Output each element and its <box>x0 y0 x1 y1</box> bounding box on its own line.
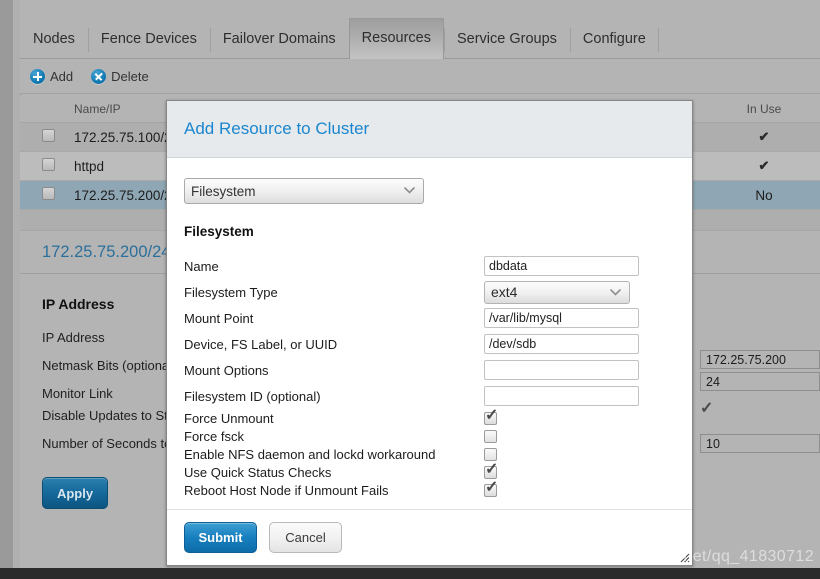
filesystem-type-select[interactable]: ext4 <box>484 280 630 304</box>
field-label-reboot-host-node: Reboot Host Node if Unmount Fails <box>184 482 389 498</box>
tab-service-groups-label: Service Groups <box>456 31 557 47</box>
left-rail <box>0 0 21 579</box>
apply-button[interactable]: Apply <box>42 477 108 509</box>
tab-resources[interactable]: Resources <box>348 18 444 59</box>
mount-options-input[interactable] <box>484 360 639 380</box>
tab-failover-domains[interactable]: Failover Domains <box>209 22 349 58</box>
field-label-device-fs-label-or-uuid: Device, FS Label, or UUID <box>184 336 338 352</box>
tab-nodes-label: Nodes <box>33 31 75 47</box>
detail-value-disable-updates-to-static[interactable] <box>700 414 820 429</box>
add-resource-dialog: Add Resource to Cluster Filesystem Files… <box>166 100 693 566</box>
main-tab-bar: Nodes Fence Devices Failover Domains Res… <box>20 0 820 59</box>
enable-nfs-workaround-checkbox[interactable] <box>484 447 497 461</box>
detail-value-netmask-bits[interactable]: 24 <box>700 372 820 391</box>
bottom-bar <box>0 568 820 579</box>
tab-nodes[interactable]: Nodes <box>20 22 88 58</box>
name-input[interactable] <box>484 256 639 276</box>
field-label-use-quick-status-checks: Use Quick Status Checks <box>184 464 332 480</box>
field-row-reboot-host-node: Reboot Host Node if Unmount Fails ✓ <box>184 479 692 499</box>
field-row-mount-options: Mount Options <box>184 357 692 383</box>
field-label-force-fsck: Force fsck <box>184 428 244 444</box>
dialog-body: Filesystem Filesystem Name Filesystem Ty… <box>167 158 692 565</box>
field-label-enable-nfs-workaround: Enable NFS daemon and lockd workaround <box>184 446 436 462</box>
field-row-force-unmount: Force Unmount ✓ <box>184 407 692 427</box>
tab-fence-devices[interactable]: Fence Devices <box>87 22 210 58</box>
resource-type-select-wrapper: Filesystem <box>184 178 424 204</box>
tab-configure-label: Configure <box>582 31 646 47</box>
tab-resources-label: Resources <box>361 30 431 46</box>
plus-circle-icon <box>30 68 45 84</box>
detail-value-number-of-seconds-to-sleep[interactable]: 10 <box>700 434 820 453</box>
row-in-use: No <box>755 187 773 203</box>
tab-configure[interactable]: Configure <box>569 22 659 58</box>
field-label-mount-options: Mount Options <box>184 362 269 378</box>
detail-value-ip-address[interactable]: 172.25.75.200 <box>700 350 820 369</box>
dialog-section-title: Filesystem <box>184 224 254 239</box>
delete-button-label: Delete <box>111 68 149 84</box>
mount-point-input[interactable] <box>484 308 639 328</box>
field-row-filesystem-type: Filesystem Type ext4 <box>184 279 692 305</box>
submit-button-label: Submit <box>198 530 243 545</box>
add-button[interactable]: Add <box>30 68 74 84</box>
field-row-mount-point: Mount Point <box>184 305 692 331</box>
resource-toolbar: Add Delete <box>20 59 820 94</box>
field-row-force-fsck: Force fsck <box>184 427 692 445</box>
delete-button[interactable]: Delete <box>91 68 149 84</box>
dialog-header: Add Resource to Cluster <box>167 101 692 158</box>
force-unmount-checkbox[interactable]: ✓ <box>484 407 498 425</box>
resource-type-select[interactable]: Filesystem <box>184 178 424 204</box>
detail-values-column: 172.25.75.200 24 ✓ 10 <box>700 350 820 456</box>
dialog-footer: Submit Cancel <box>167 509 692 565</box>
row-checkbox[interactable] <box>20 158 60 174</box>
row-in-use: ✔ <box>758 158 770 173</box>
filesystem-id-input[interactable] <box>484 386 639 406</box>
field-row-enable-nfs-workaround: Enable NFS daemon and lockd workaround <box>184 445 692 463</box>
field-label-force-unmount: Force Unmount <box>184 410 274 426</box>
column-header-in-use: In Use <box>746 101 782 116</box>
tab-fence-devices-label: Fence Devices <box>100 31 197 47</box>
field-row-name: Name <box>184 253 692 279</box>
dialog-title: Add Resource to Cluster <box>184 119 370 138</box>
detail-value-monitor-link[interactable]: ✓ <box>700 394 820 417</box>
apply-button-label: Apply <box>56 485 94 501</box>
x-circle-icon <box>91 68 107 84</box>
field-label-name: Name <box>184 258 219 274</box>
cancel-button-label: Cancel <box>285 530 326 545</box>
field-row-filesystem-id: Filesystem ID (optional) <box>184 383 692 409</box>
add-button-label: Add <box>50 68 74 84</box>
resize-grip-icon[interactable] <box>677 550 690 563</box>
use-quick-status-checks-checkbox[interactable]: ✓ <box>484 461 498 479</box>
filesystem-type-select-wrapper: ext4 <box>484 280 630 304</box>
submit-button[interactable]: Submit <box>184 522 257 553</box>
field-label-mount-point: Mount Point <box>184 310 254 326</box>
cancel-button[interactable]: Cancel <box>269 522 342 553</box>
field-row-device: Device, FS Label, or UUID <box>184 331 692 357</box>
field-row-use-quick-status-checks: Use Quick Status Checks ✓ <box>184 461 692 481</box>
tab-service-groups[interactable]: Service Groups <box>443 22 570 58</box>
row-in-use: ✔ <box>758 129 770 144</box>
row-checkbox[interactable] <box>20 187 60 203</box>
field-label-filesystem-id: Filesystem ID (optional) <box>184 388 321 404</box>
force-fsck-checkbox[interactable] <box>484 429 497 443</box>
tab-failover-domains-label: Failover Domains <box>222 31 336 47</box>
reboot-host-node-checkbox[interactable]: ✓ <box>484 479 498 497</box>
row-checkbox[interactable] <box>20 129 60 145</box>
field-label-filesystem-type: Filesystem Type <box>184 284 278 300</box>
device-input[interactable] <box>484 334 639 354</box>
